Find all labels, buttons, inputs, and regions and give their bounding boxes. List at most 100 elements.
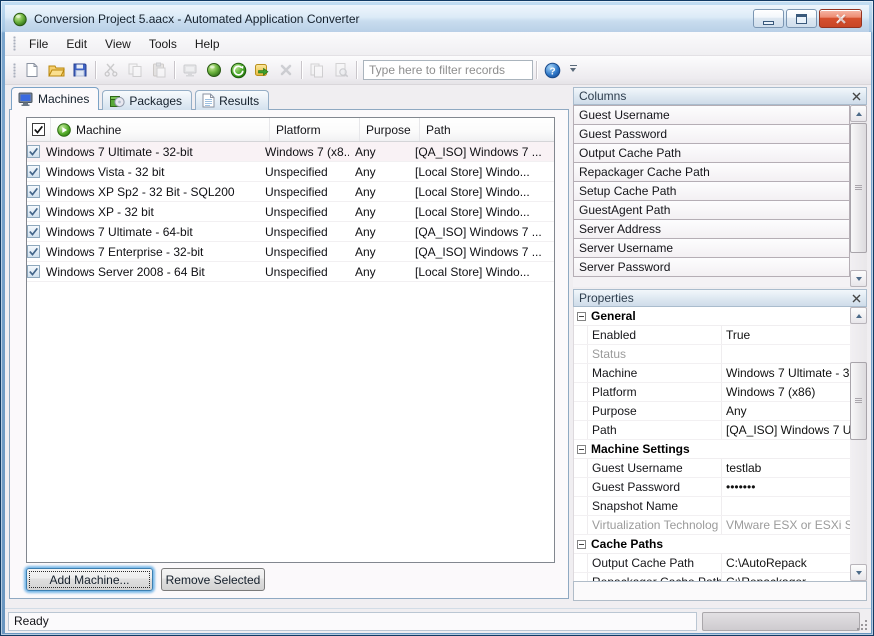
row-checkbox[interactable] [27, 165, 40, 178]
columns-list-item[interactable]: Guest Password [573, 124, 850, 144]
columns-panel-close-button[interactable] [852, 92, 861, 101]
maximize-button[interactable] [786, 9, 817, 28]
row-checkbox[interactable] [27, 185, 40, 198]
table-row[interactable]: Windows 7 Ultimate - 32-bitWindows 7 (x8… [27, 142, 554, 162]
column-header-machine[interactable]: Machine [51, 118, 270, 141]
property-row[interactable]: PlatformWindows 7 (x86) [574, 383, 850, 402]
row-checkbox[interactable] [27, 245, 40, 258]
column-header-purpose[interactable]: Purpose [360, 118, 420, 141]
columns-list-item[interactable]: Output Cache Path [573, 143, 850, 163]
title-bar[interactable]: Conversion Project 5.aacx - Automated Ap… [5, 5, 869, 32]
resize-grip[interactable] [856, 618, 870, 632]
row-checkbox[interactable] [27, 265, 40, 278]
menu-item-view[interactable]: View [96, 35, 140, 53]
column-header-platform[interactable]: Platform [270, 118, 360, 141]
checkbox-checked-icon [32, 123, 45, 136]
platform-cell: Windows 7 (x8... [259, 145, 349, 159]
help-button[interactable]: ? [540, 59, 564, 81]
row-checkbox[interactable] [27, 145, 40, 158]
app-icon [12, 11, 28, 27]
minimize-button[interactable] [753, 9, 784, 28]
properties-scrollbar[interactable] [850, 307, 867, 581]
new-project-button[interactable] [20, 59, 44, 81]
property-row[interactable]: PurposeAny [574, 402, 850, 421]
remove-selected-button[interactable]: Remove Selected [161, 568, 265, 591]
close-button[interactable] [819, 9, 862, 28]
machines-table: MachinePlatformPurposePath Windows 7 Ult… [26, 117, 555, 563]
column-header-path[interactable]: Path [420, 118, 554, 141]
property-row[interactable]: Status [574, 345, 850, 364]
table-row[interactable]: Windows 7 Enterprise - 32-bitUnspecified… [27, 242, 554, 262]
columns-list-item[interactable]: Setup Cache Path [573, 181, 850, 201]
collapse-icon[interactable] [577, 445, 586, 454]
property-name: Output Cache Path [588, 554, 722, 572]
property-row[interactable]: Guest Password••••••• [574, 478, 850, 497]
save-project-button[interactable] [68, 59, 92, 81]
open-project-button[interactable] [44, 59, 68, 81]
table-row[interactable]: Windows XP - 32 bitUnspecifiedAny[Local … [27, 202, 554, 222]
scroll-thumb[interactable] [850, 123, 867, 253]
toolbar-grip[interactable] [13, 63, 16, 78]
columns-list-item[interactable]: Guest Username [573, 105, 850, 125]
path-cell: [QA_ISO] Windows 7 ... [409, 145, 554, 159]
menu-item-help[interactable]: Help [186, 35, 229, 53]
menu-item-edit[interactable]: Edit [57, 35, 96, 53]
platform-cell: Unspecified [259, 245, 349, 259]
row-checkbox[interactable] [27, 225, 40, 238]
collapse-icon[interactable] [577, 540, 586, 549]
purpose-cell: Any [349, 245, 409, 259]
property-row[interactable]: Path[QA_ISO] Windows 7 Ul [574, 421, 850, 440]
properties-panel-close-button[interactable] [852, 294, 861, 303]
table-row[interactable]: Windows XP Sp2 - 32 Bit - SQL200Unspecif… [27, 182, 554, 202]
document-icon [202, 93, 215, 108]
filter-input[interactable] [363, 60, 533, 80]
scroll-down-button[interactable] [850, 564, 867, 581]
tab-machines[interactable]: Machines [11, 87, 99, 110]
columns-list-item[interactable]: Server Password [573, 257, 850, 277]
property-gutter [574, 516, 588, 534]
columns-list-item[interactable]: Server Address [573, 219, 850, 239]
property-row[interactable]: Snapshot Name [574, 497, 850, 516]
property-row[interactable]: Repackager Cache PathC:\Repackager [574, 573, 850, 581]
property-name: Enabled [588, 326, 722, 344]
property-row[interactable]: Guest Usernametestlab [574, 459, 850, 478]
tab-results[interactable]: Results [195, 90, 269, 110]
row-checkbox[interactable] [27, 205, 40, 218]
columns-list-item[interactable]: Server Username [573, 238, 850, 258]
arrow-down-icon [856, 277, 862, 284]
toolbar-separator [536, 61, 537, 79]
import-package-button[interactable] [250, 59, 274, 81]
columns-scrollbar[interactable] [850, 105, 867, 287]
toolbar-separator [174, 61, 175, 79]
platform-cell: Unspecified [259, 185, 349, 199]
collapse-icon[interactable] [577, 312, 586, 321]
columns-panel: Columns Guest UsernameGuest PasswordOutp… [573, 87, 867, 287]
property-name: Path [588, 421, 722, 439]
select-all-checkbox[interactable] [27, 118, 51, 141]
converter-icon [206, 62, 222, 78]
property-row[interactable]: Virtualization TechnologVMware ESX or ES… [574, 516, 850, 535]
columns-list-item[interactable]: GuestAgent Path [573, 200, 850, 220]
run-conversion-button[interactable] [226, 59, 250, 81]
table-row[interactable]: Windows Server 2008 - 64 BitUnspecifiedA… [27, 262, 554, 282]
toolbar-overflow-button[interactable] [566, 59, 580, 81]
menubar-grip[interactable] [13, 36, 16, 51]
convert-package-button[interactable] [202, 59, 226, 81]
scroll-thumb[interactable] [850, 362, 867, 440]
scroll-up-button[interactable] [850, 105, 867, 122]
add-machine-button[interactable]: Add Machine... [26, 568, 153, 591]
scroll-down-button[interactable] [850, 270, 867, 287]
window-title: Conversion Project 5.aacx - Automated Ap… [34, 12, 747, 26]
table-row[interactable]: Windows Vista - 32 bitUnspecifiedAny[Loc… [27, 162, 554, 182]
purpose-cell: Any [349, 265, 409, 279]
property-row[interactable]: Output Cache PathC:\AutoRepack [574, 554, 850, 573]
columns-list-item[interactable]: Repackager Cache Path [573, 162, 850, 182]
property-row[interactable]: MachineWindows 7 Ultimate - 3 [574, 364, 850, 383]
menu-item-file[interactable]: File [20, 35, 57, 53]
property-row[interactable]: EnabledTrue [574, 326, 850, 345]
scroll-up-button[interactable] [850, 307, 867, 324]
tab-packages[interactable]: Packages [102, 90, 192, 110]
menu-item-tools[interactable]: Tools [140, 35, 186, 53]
path-cell: [Local Store] Windo... [409, 205, 554, 219]
table-row[interactable]: Windows 7 Ultimate - 64-bitUnspecifiedAn… [27, 222, 554, 242]
